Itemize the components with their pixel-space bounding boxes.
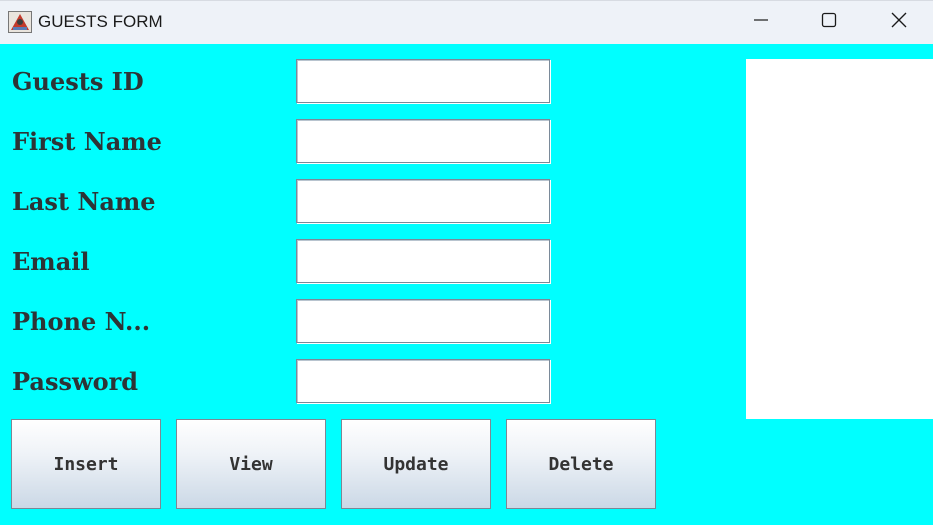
phone-number-label: Phone N... bbox=[12, 307, 151, 336]
minimize-icon bbox=[753, 12, 769, 33]
email-field[interactable] bbox=[296, 239, 550, 283]
email-label: Email bbox=[12, 247, 90, 276]
close-button[interactable] bbox=[865, 1, 933, 43]
maximize-icon bbox=[821, 12, 837, 33]
maximize-button[interactable] bbox=[795, 1, 863, 43]
java-app-icon bbox=[8, 11, 32, 33]
view-button[interactable]: View bbox=[176, 419, 326, 509]
title-bar: GUESTS FORM bbox=[0, 0, 933, 44]
side-panel bbox=[746, 59, 933, 419]
password-label: Password bbox=[12, 367, 139, 396]
close-icon bbox=[891, 12, 907, 33]
guests-id-field[interactable] bbox=[296, 59, 550, 103]
update-button[interactable]: Update bbox=[341, 419, 491, 509]
last-name-field[interactable] bbox=[296, 179, 550, 223]
form-panel: Guests ID First Name Last Name Email Pho… bbox=[0, 44, 933, 525]
delete-button[interactable]: Delete bbox=[506, 419, 656, 509]
insert-button[interactable]: Insert bbox=[11, 419, 161, 509]
window-title: GUESTS FORM bbox=[38, 12, 163, 31]
guests-id-label: Guests ID bbox=[12, 67, 144, 96]
phone-number-field[interactable] bbox=[296, 299, 550, 343]
minimize-button[interactable] bbox=[727, 1, 795, 43]
first-name-field[interactable] bbox=[296, 119, 550, 163]
first-name-label: First Name bbox=[12, 127, 162, 156]
password-field[interactable] bbox=[296, 359, 550, 403]
guests-form-window: GUESTS FORM Guests ID First Name Last Na… bbox=[0, 0, 933, 525]
last-name-label: Last Name bbox=[12, 187, 156, 216]
